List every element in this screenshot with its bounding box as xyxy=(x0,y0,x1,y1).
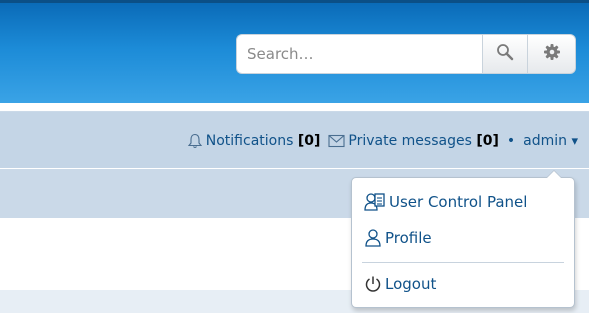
menu-item-label: Logout xyxy=(385,275,437,293)
site-header xyxy=(0,3,589,103)
gear-icon xyxy=(543,43,561,65)
menu-item-label: Profile xyxy=(385,229,432,247)
menu-item-logout[interactable]: Logout xyxy=(364,275,436,293)
nav-divider xyxy=(0,168,589,169)
power-icon xyxy=(364,275,382,293)
user-icon xyxy=(364,228,382,248)
username: admin xyxy=(523,133,568,149)
username-dropdown-toggle[interactable]: admin ▾ xyxy=(523,133,578,149)
chevron-down-icon: ▾ xyxy=(571,133,578,149)
notifications-label: Notifications xyxy=(205,133,294,149)
menu-item-profile[interactable]: Profile xyxy=(364,228,432,248)
menu-divider xyxy=(362,262,564,263)
search-input[interactable] xyxy=(236,34,482,74)
nav-bullet: • xyxy=(506,133,516,149)
private-messages-label: Private messages xyxy=(348,133,472,149)
search-icon xyxy=(496,43,514,65)
search-box xyxy=(236,34,576,74)
advanced-search-button[interactable] xyxy=(528,34,576,74)
bell-icon xyxy=(187,133,203,149)
dropdown-pointer-inner xyxy=(547,171,561,178)
private-messages-link[interactable]: Private messages [0] xyxy=(328,133,499,149)
private-messages-count: [0] xyxy=(476,133,499,149)
user-dropdown-menu: User Control Panel Profile Logout xyxy=(351,170,575,308)
user-control-panel-icon xyxy=(364,192,386,212)
search-button[interactable] xyxy=(482,34,528,74)
user-nav-links: Notifications [0] Private messages [0] •… xyxy=(187,131,578,151)
menu-item-user-control-panel[interactable]: User Control Panel xyxy=(364,192,527,212)
menu-item-label: User Control Panel xyxy=(389,193,528,211)
envelope-icon xyxy=(328,134,345,148)
notifications-link[interactable]: Notifications [0] xyxy=(187,133,321,149)
notifications-count: [0] xyxy=(297,133,321,149)
